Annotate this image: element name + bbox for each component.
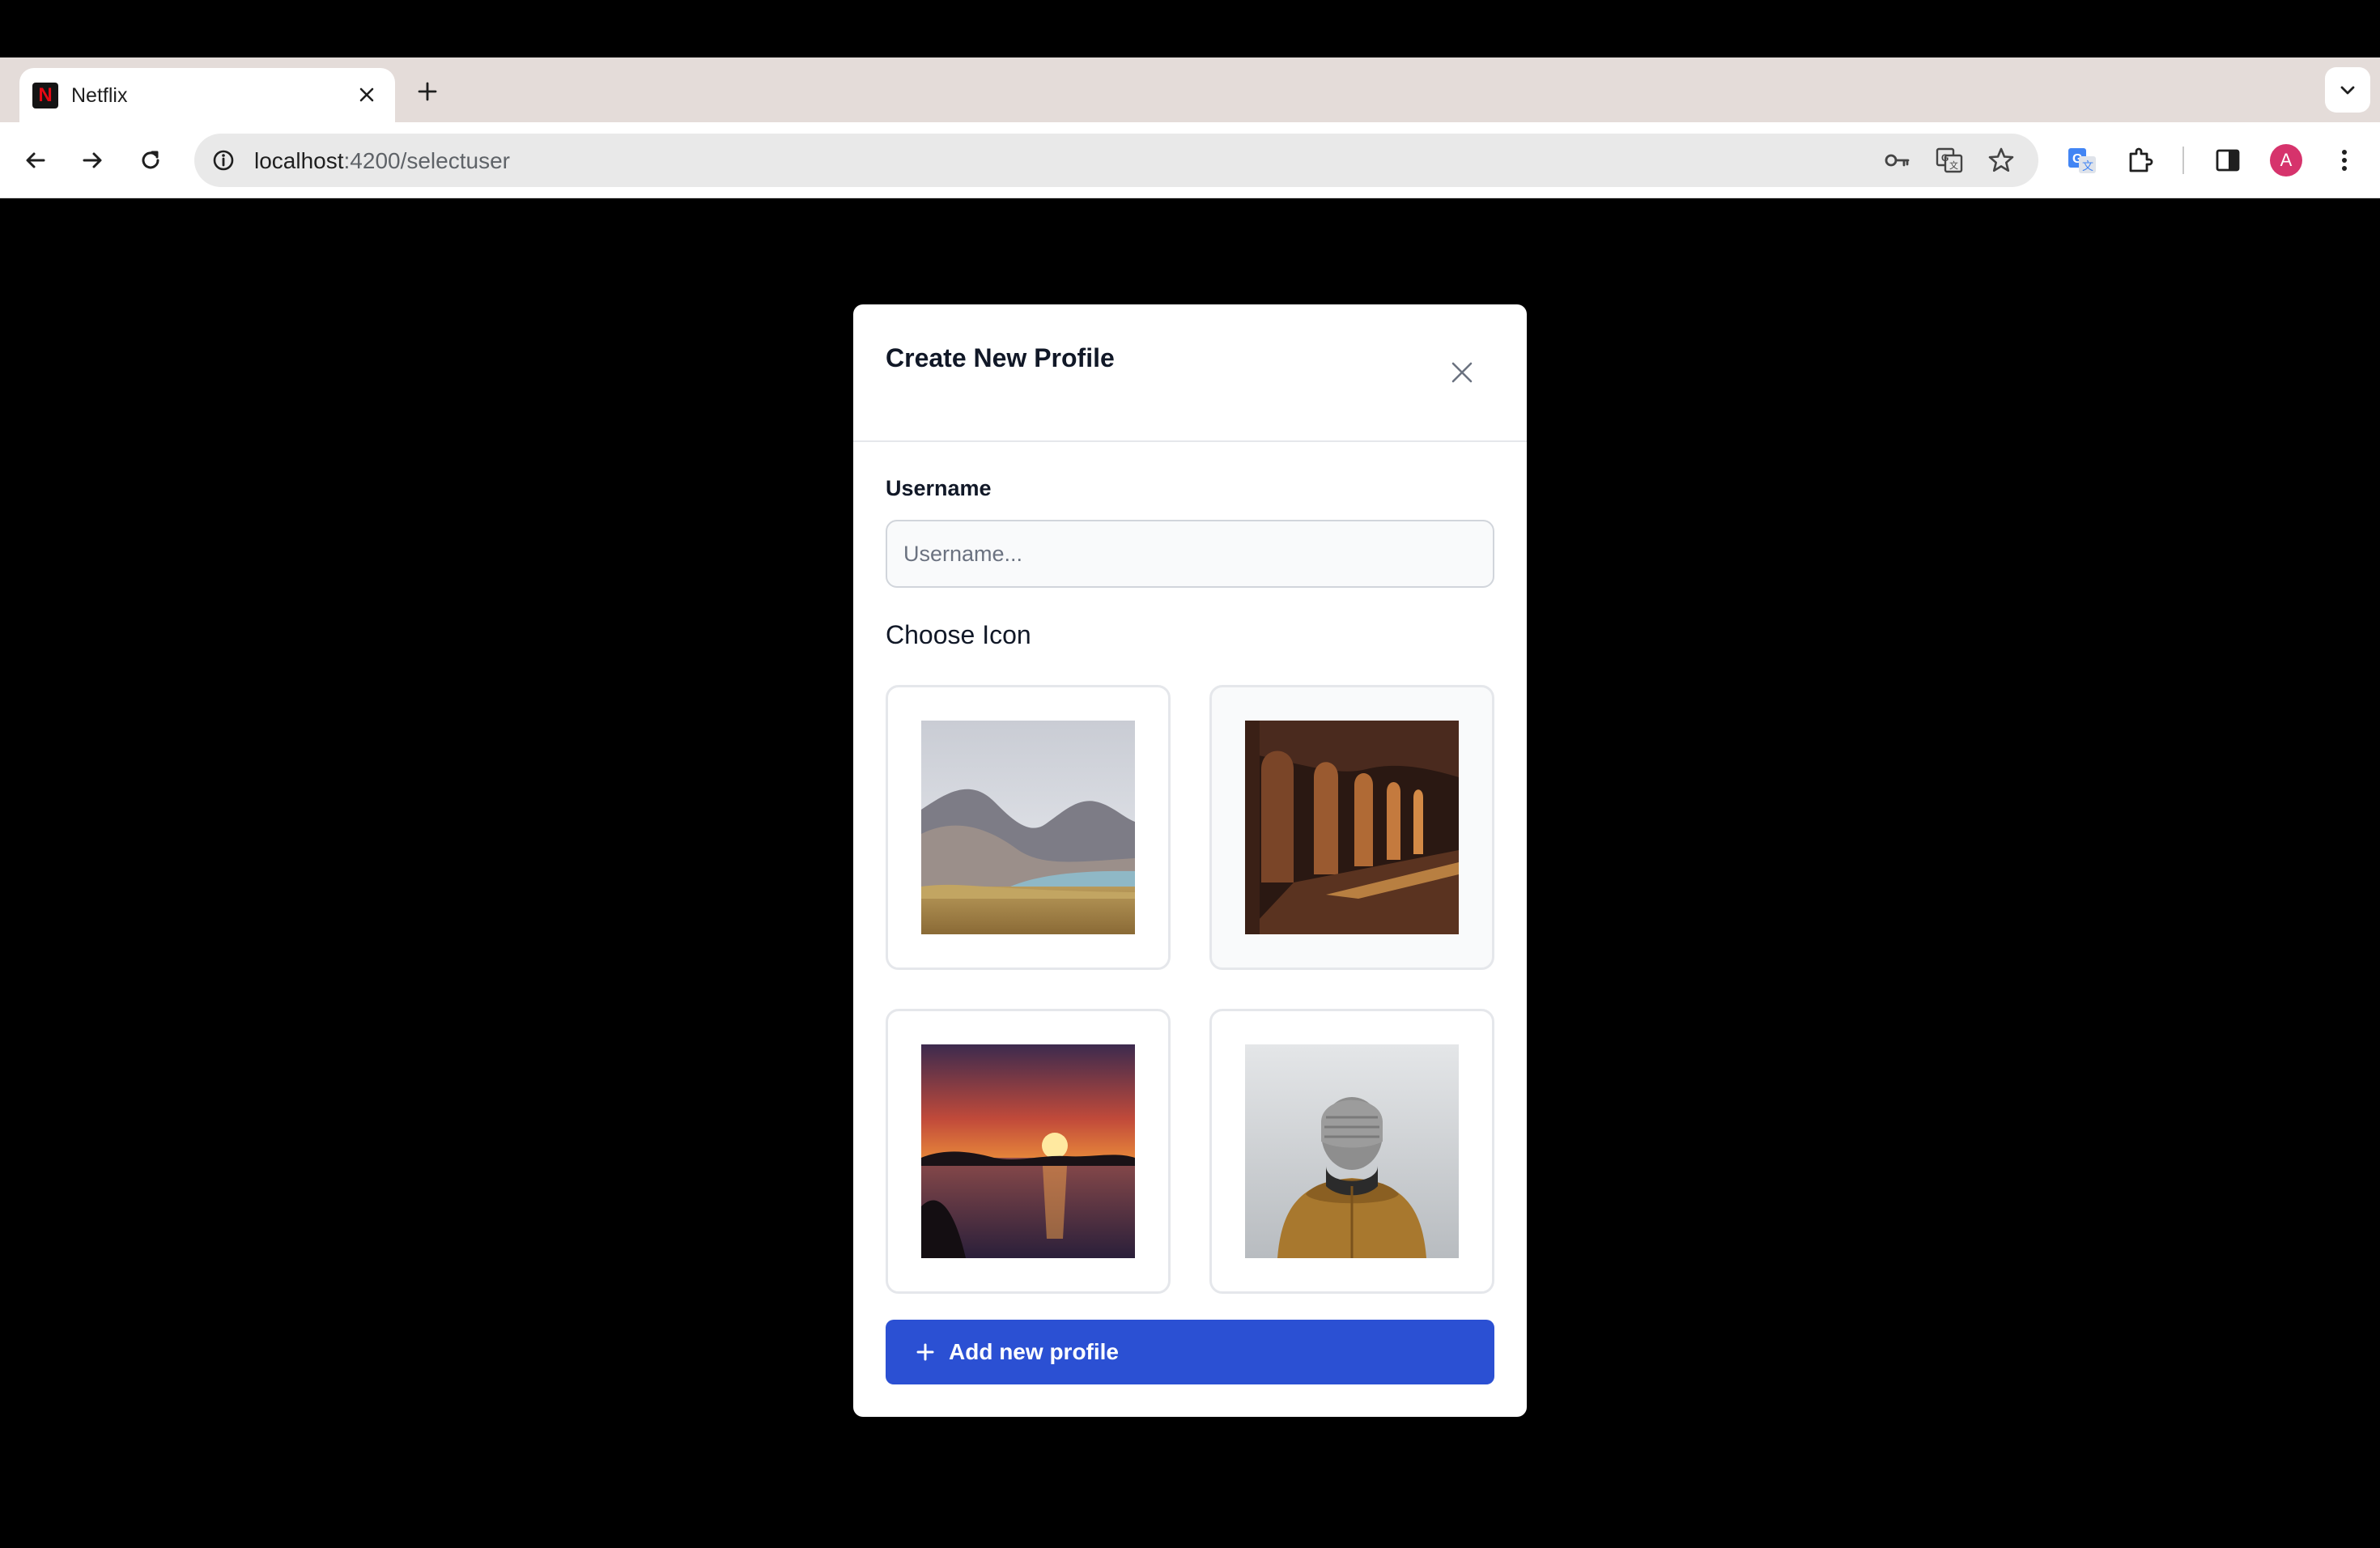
tab-close-icon[interactable] <box>353 81 380 108</box>
profile-avatar[interactable]: A <box>2270 144 2302 176</box>
browser-tab-strip: N Netflix <box>0 57 2380 122</box>
back-arrow-icon[interactable] <box>15 139 57 181</box>
extensions-puzzle-icon[interactable] <box>2119 139 2161 181</box>
url-host: localhost <box>254 148 344 173</box>
browser-toolbar: localhost:4200/selectuser G文 G文 A <box>0 122 2380 198</box>
mountain-lake-image <box>921 721 1135 934</box>
icon-option-person-beanie[interactable] <box>1209 1009 1494 1294</box>
modal-title: Create New Profile <box>886 343 1115 372</box>
address-bar[interactable]: localhost:4200/selectuser G文 <box>194 134 2038 187</box>
username-input[interactable] <box>886 520 1494 588</box>
side-panel-icon[interactable] <box>2207 139 2249 181</box>
icon-option-mountain-lake[interactable] <box>886 685 1171 970</box>
forward-arrow-icon[interactable] <box>71 139 113 181</box>
site-info-icon[interactable] <box>206 142 241 178</box>
create-profile-modal: Create New Profile Username Choose Icon <box>853 304 1527 1417</box>
tab-title: Netflix <box>71 84 128 107</box>
password-key-icon[interactable] <box>1880 142 1915 178</box>
svg-text:G: G <box>1941 152 1949 164</box>
netflix-favicon-icon: N <box>32 83 58 108</box>
toolbar-divider <box>2182 147 2184 174</box>
new-tab-plus-icon[interactable] <box>410 74 445 109</box>
google-translate-extension-icon[interactable]: G文 <box>2061 139 2103 181</box>
tab-search-chevron-down-icon[interactable] <box>2325 67 2370 113</box>
more-menu-icon[interactable] <box>2323 139 2365 181</box>
username-label: Username <box>886 476 992 500</box>
svg-text:文: 文 <box>1949 159 1958 171</box>
sunset-sea-image <box>921 1044 1135 1258</box>
close-icon[interactable] <box>1444 355 1480 390</box>
add-new-profile-button[interactable]: Add new profile <box>886 1320 1494 1384</box>
svg-text:文: 文 <box>2082 160 2093 173</box>
plus-icon <box>916 1343 934 1361</box>
screen-top-bezel <box>0 0 2380 57</box>
url-path: :4200/selectuser <box>343 148 510 173</box>
modal-header-divider <box>853 440 1527 442</box>
icon-option-arched-corridor[interactable] <box>1209 685 1494 970</box>
arched-corridor-image <box>1245 721 1459 934</box>
icon-grid <box>886 685 1494 1297</box>
translate-page-icon[interactable]: G文 <box>1932 142 1967 178</box>
person-beanie-image <box>1245 1044 1459 1258</box>
bookmark-star-icon[interactable] <box>1983 142 2019 178</box>
icon-option-sunset-sea[interactable] <box>886 1009 1171 1294</box>
choose-icon-label: Choose Icon <box>886 620 1031 649</box>
url-text[interactable]: localhost:4200/selectuser <box>254 148 510 174</box>
browser-tab[interactable]: N Netflix <box>19 68 395 122</box>
add-new-profile-label: Add new profile <box>949 1339 1119 1364</box>
reload-icon[interactable] <box>130 139 172 181</box>
